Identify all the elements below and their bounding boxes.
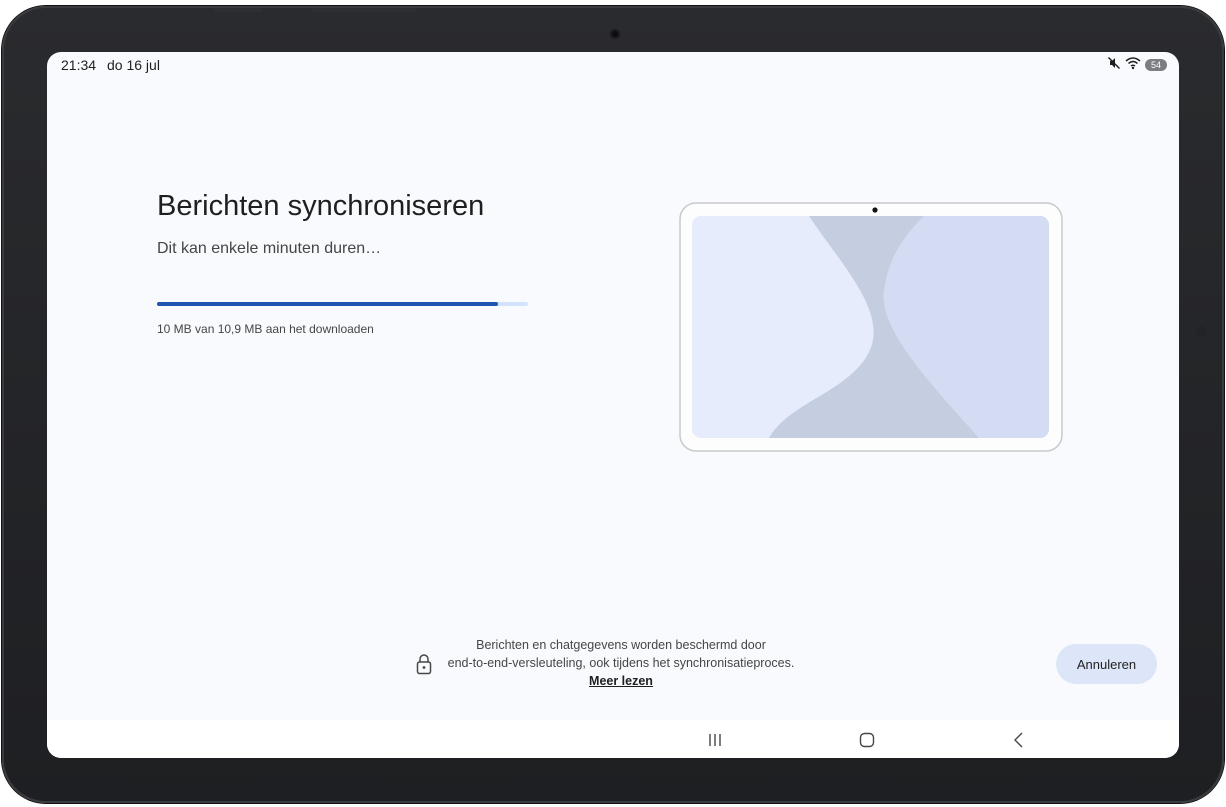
download-progress-text: 10 MB van 10,9 MB aan het downloaden <box>157 322 374 336</box>
screen: 21:34 do 16 jul 54 Berichten synchronise… <box>47 52 1179 758</box>
home-icon[interactable] <box>855 728 879 752</box>
front-camera <box>610 29 620 39</box>
page-title: Berichten synchroniseren <box>157 190 485 222</box>
volume-button <box>214 8 262 12</box>
status-bar: 21:34 do 16 jul 54 <box>47 52 1179 76</box>
side-sensor <box>1196 326 1206 336</box>
page-subtitle: Dit kan enkele minuten duren… <box>157 240 382 257</box>
wifi-icon <box>1125 56 1141 73</box>
download-progress-fill <box>157 302 499 306</box>
tablet-illustration <box>679 202 1063 452</box>
mute-icon <box>1107 56 1121 73</box>
status-time: 21:34 <box>61 57 97 73</box>
power-button <box>312 8 416 12</box>
back-icon[interactable] <box>1007 728 1031 752</box>
notice-line-1: Berichten en chatgegevens worden bescher… <box>476 638 766 652</box>
recent-apps-icon[interactable] <box>703 728 727 752</box>
read-more-link[interactable]: Meer lezen <box>443 674 799 688</box>
battery-icon: 54 <box>1145 58 1167 71</box>
navigation-bar <box>47 720 1179 758</box>
lock-icon <box>416 654 432 675</box>
status-icons: 54 <box>1107 56 1167 73</box>
cancel-button[interactable]: Annuleren <box>1056 644 1157 684</box>
status-date: do 16 jul <box>107 57 160 73</box>
encryption-notice: Berichten en chatgegevens worden bescher… <box>407 638 827 690</box>
download-progress-bar <box>157 302 528 306</box>
notice-line-2: end-to-end-versleuteling, ook tijdens he… <box>447 656 795 670</box>
